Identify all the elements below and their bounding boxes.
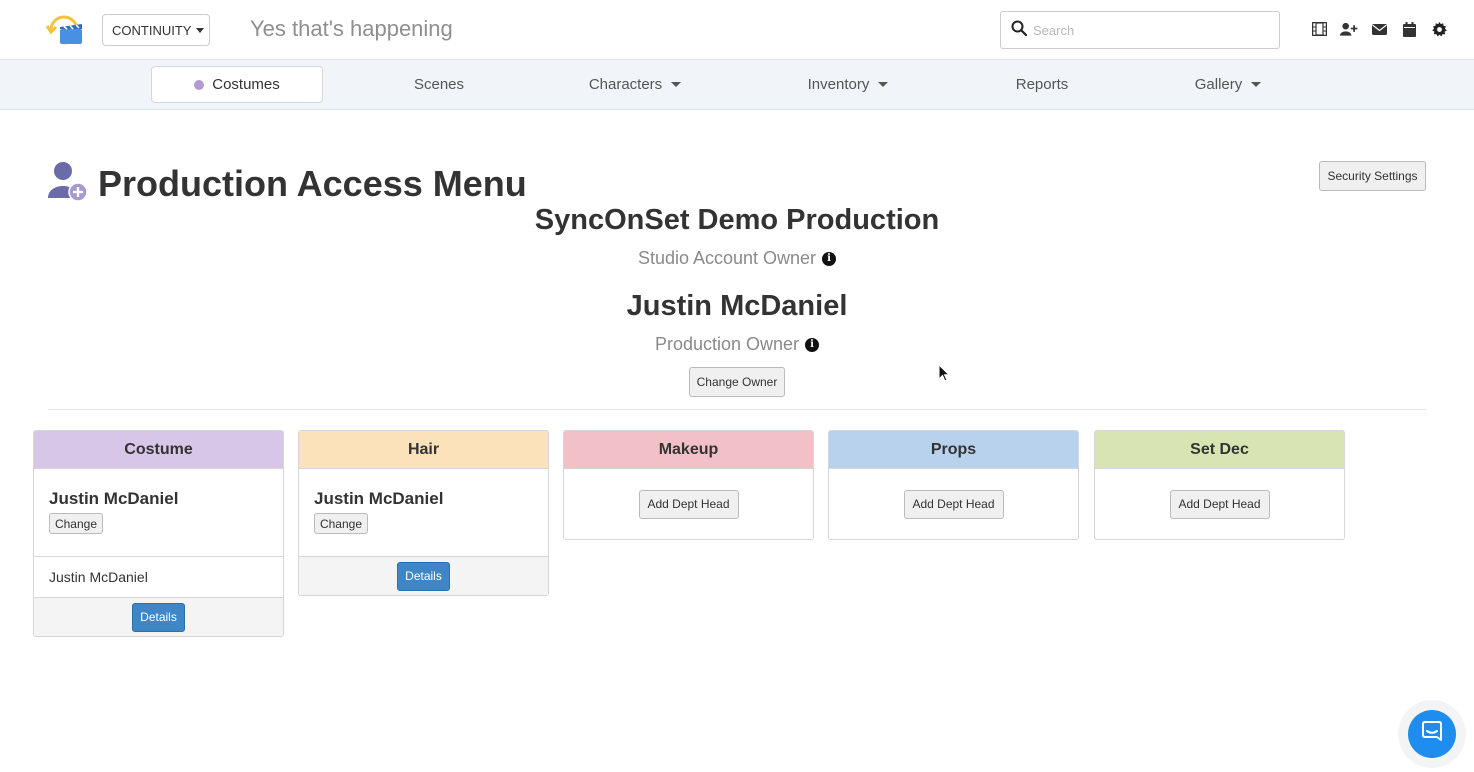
change-dept-head-button[interactable]: Change xyxy=(49,513,103,534)
add-dept-head-button[interactable]: Add Dept Head xyxy=(1169,489,1270,519)
tab-inventory[interactable]: Inventory xyxy=(787,60,909,109)
tab-characters-label: Characters xyxy=(588,76,663,93)
chevron-down-icon xyxy=(1251,82,1262,87)
dept-member-row: Justin McDaniel xyxy=(34,556,283,597)
tab-scenes-label: Scenes xyxy=(413,76,465,93)
dept-card-makeup: Makeup Add Dept Head xyxy=(563,430,814,540)
studio-role-line: Studio Account Owner i xyxy=(0,248,1474,269)
add-dept-head-button[interactable]: Add Dept Head xyxy=(903,489,1004,519)
search-icon xyxy=(1011,20,1028,41)
dept-card-title: Props xyxy=(829,431,1078,469)
owner-role: Production Owner xyxy=(654,334,800,354)
costume-dot-icon xyxy=(194,79,205,90)
dept-add-section: Add Dept Head xyxy=(564,469,813,539)
search-input[interactable] xyxy=(1033,22,1263,38)
dept-card-footer: Details xyxy=(34,597,283,636)
chevron-down-icon xyxy=(878,82,889,87)
tab-scenes[interactable]: Scenes xyxy=(384,60,494,109)
chat-button[interactable] xyxy=(1408,710,1456,758)
change-dept-head-button[interactable]: Change xyxy=(314,513,368,534)
mode-dropdown[interactable]: CONTINUITY xyxy=(102,14,210,46)
dept-card-set-dec: Set Dec Add Dept Head xyxy=(1094,430,1345,540)
chat-launcher[interactable] xyxy=(1398,700,1466,768)
dept-head-section: Justin McDaniel Change xyxy=(34,469,283,556)
change-owner-button[interactable]: Change Owner xyxy=(689,367,785,397)
tab-reports[interactable]: Reports xyxy=(992,60,1092,109)
search-box[interactable] xyxy=(1000,11,1280,49)
owner-role-line: Production Owner i xyxy=(0,334,1474,355)
dept-card-hair: Hair Justin McDaniel Change Details xyxy=(298,430,549,596)
dept-add-section: Add Dept Head xyxy=(829,469,1078,539)
tab-reports-label: Reports xyxy=(1015,76,1069,93)
mode-dropdown-label: CONTINUITY xyxy=(112,22,192,38)
details-button[interactable]: Details xyxy=(132,602,185,632)
mail-icon[interactable] xyxy=(1370,20,1388,38)
header-icons xyxy=(1310,20,1448,38)
divider xyxy=(48,409,1426,410)
dept-card-props: Props Add Dept Head xyxy=(828,430,1079,540)
user-add-icon xyxy=(48,160,88,207)
dept-card-footer: Details xyxy=(299,556,548,595)
app-logo[interactable] xyxy=(45,12,85,48)
page-header: Production Access Menu xyxy=(48,160,527,207)
dept-head-name: Justin McDaniel xyxy=(314,489,444,508)
tab-gallery-label: Gallery xyxy=(1194,76,1243,93)
add-dept-head-button[interactable]: Add Dept Head xyxy=(638,489,739,519)
chat-icon xyxy=(1421,720,1443,748)
details-button[interactable]: Details xyxy=(397,561,450,591)
tab-gallery[interactable]: Gallery xyxy=(1178,60,1278,109)
dept-card-costume: Costume Justin McDaniel Change Justin Mc… xyxy=(33,430,284,637)
chevron-down-icon xyxy=(196,27,205,33)
add-user-icon[interactable] xyxy=(1340,20,1358,38)
studio-role: Studio Account Owner xyxy=(637,248,817,268)
dept-add-section: Add Dept Head xyxy=(1095,469,1344,539)
dept-card-title: Costume xyxy=(34,431,283,469)
main-nav: Costumes Scenes Characters Inventory Rep… xyxy=(0,59,1474,110)
tab-costumes-label: Costumes xyxy=(212,76,280,93)
tab-characters[interactable]: Characters xyxy=(570,60,700,109)
calendar-icon[interactable] xyxy=(1400,20,1418,38)
dept-card-title: Hair xyxy=(299,431,548,469)
top-bar: CONTINUITY Yes that's happening xyxy=(0,0,1474,59)
page-title: Production Access Menu xyxy=(98,162,527,204)
dept-head-name: Justin McDaniel xyxy=(49,489,179,508)
info-icon[interactable]: i xyxy=(805,338,820,353)
mouse-cursor xyxy=(938,363,951,387)
gear-icon[interactable] xyxy=(1430,20,1448,38)
security-settings-button[interactable]: Security Settings xyxy=(1319,161,1426,191)
info-icon[interactable]: i xyxy=(822,252,837,267)
production-tagline: Yes that's happening xyxy=(250,16,453,41)
dept-card-title: Set Dec xyxy=(1095,431,1344,469)
tab-costumes[interactable]: Costumes xyxy=(151,66,323,103)
tab-inventory-label: Inventory xyxy=(807,76,870,93)
film-icon[interactable] xyxy=(1310,20,1328,38)
chevron-down-icon xyxy=(671,82,682,87)
studio-name: SyncOnSet Demo Production xyxy=(534,204,940,236)
owner-name: Justin McDaniel xyxy=(626,290,848,322)
dept-head-section: Justin McDaniel Change xyxy=(299,469,548,556)
dept-card-title: Makeup xyxy=(564,431,813,469)
